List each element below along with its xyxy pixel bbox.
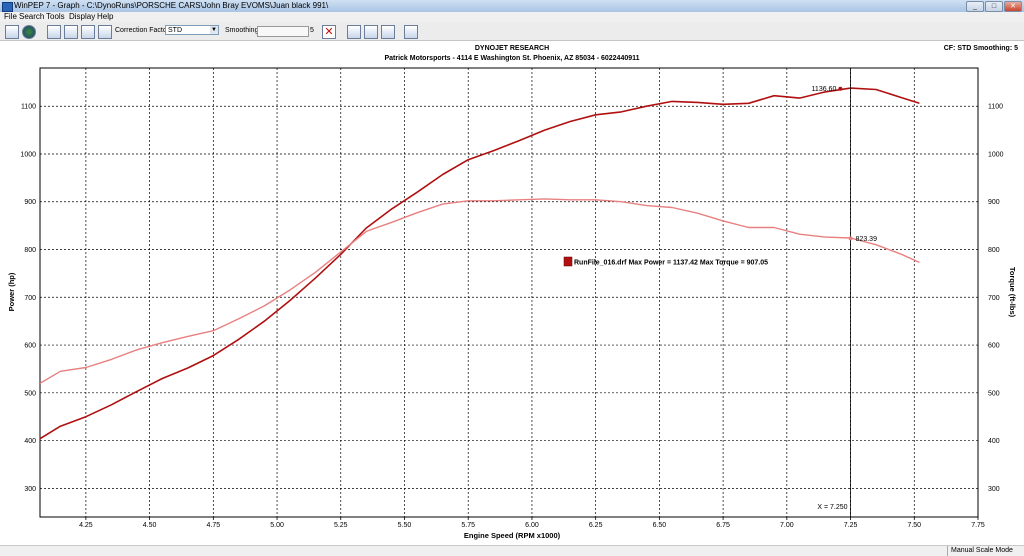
x-tick-label: 4.75 <box>207 522 221 529</box>
torque-cursor-label: 823.39 <box>856 236 878 243</box>
torque-cursor-marker <box>848 236 853 241</box>
y-right-tick-label: 1100 <box>988 104 1003 111</box>
y-right-tick-label: 500 <box>988 390 1000 397</box>
maximize-button[interactable]: □ <box>985 1 1003 12</box>
globe-icon[interactable] <box>22 25 36 39</box>
y-axis-right-label: Torque (ft-lbs) <box>1008 267 1017 318</box>
y-right-tick-label: 400 <box>988 438 1000 445</box>
y-right-tick-label: 700 <box>988 295 1000 302</box>
cursor-x-label: X = 7.250 <box>817 504 847 511</box>
y-left-tick-label: 600 <box>24 343 36 350</box>
x-tick-label: 7.25 <box>844 522 858 529</box>
menu-tools[interactable]: Tools <box>46 12 65 22</box>
smoothing-value: 5 <box>310 27 314 34</box>
y-right-tick-label: 1000 <box>988 151 1004 158</box>
x-tick-label: 7.50 <box>907 522 921 529</box>
y-right-tick-label: 900 <box>988 199 1000 206</box>
x-tick-label: 6.25 <box>589 522 603 529</box>
delete-icon[interactable]: ✕ <box>322 25 336 39</box>
peak-power-label: 1136.60 <box>812 86 837 93</box>
legend-swatch <box>563 256 573 267</box>
x-tick-label: 7.00 <box>780 522 794 529</box>
cursor-crosshair-icon[interactable] <box>404 25 418 39</box>
y-right-tick-label: 800 <box>988 247 1000 254</box>
peak-power-marker <box>838 86 843 91</box>
y-axis-left-label: Power (hp) <box>7 272 16 311</box>
toolbar: Correction Factor: STD ▼ Smoothing: 5 ✕ <box>0 22 1024 41</box>
hand-pan-icon[interactable] <box>364 25 378 39</box>
close-button[interactable]: ✕ <box>1004 1 1022 12</box>
x-tick-label: 5.50 <box>398 522 412 529</box>
x-tick-label: 5.75 <box>461 522 475 529</box>
menu-help[interactable]: Help <box>97 12 113 22</box>
dyno-chart: DYNOJET RESEARCH Patrick Motorsports - 4… <box>7 45 1018 540</box>
plot-area <box>39 67 979 518</box>
smoothing-slider[interactable] <box>257 26 309 37</box>
legend-text: RunFile_016.drf Max Power = 1137.42 Max … <box>574 260 768 267</box>
x-tick-label: 6.50 <box>653 522 667 529</box>
y-left-tick-label: 1100 <box>21 104 36 111</box>
x-tick-label: 7.75 <box>971 522 985 529</box>
y-left-tick-label: 900 <box>24 199 36 206</box>
chart-title: DYNOJET RESEARCH <box>475 45 549 52</box>
zoom-icon[interactable] <box>347 25 361 39</box>
x-tick-label: 5.25 <box>334 522 348 529</box>
y-right-tick-label: 300 <box>988 486 1000 493</box>
menu-bar: File Search Tools Display Help <box>0 12 1024 22</box>
graph-table-icon[interactable] <box>98 25 112 39</box>
correction-factor-value: STD <box>168 27 182 34</box>
y-left-tick-label: 400 <box>24 438 36 445</box>
minimize-button[interactable]: _ <box>966 1 984 12</box>
y-left-tick-label: 700 <box>24 295 36 302</box>
menu-search[interactable]: Search <box>19 12 44 22</box>
y-left-tick-label: 800 <box>24 247 36 254</box>
menu-display[interactable]: Display <box>69 12 95 22</box>
menu-file[interactable]: File <box>4 12 17 22</box>
chevron-down-icon[interactable]: ▼ <box>210 26 218 34</box>
y-left-tick-label: 1000 <box>20 151 36 158</box>
app-icon <box>2 2 13 12</box>
window-title: WinPEP 7 - Graph - C:\DynoRuns\PORSCHE C… <box>14 1 329 10</box>
y-right-tick-label: 600 <box>988 343 1000 350</box>
chart-subtitle: Patrick Motorsports - 4114 E Washington … <box>384 55 639 62</box>
status-bar: Manual Scale Mode <box>0 545 1024 556</box>
smoothing-label: Smoothing: <box>225 27 261 34</box>
graph-power-icon[interactable] <box>47 25 61 39</box>
x-tick-label: 4.25 <box>79 522 93 529</box>
y-left-tick-label: 500 <box>24 390 36 397</box>
x-tick-label: 6.75 <box>716 522 730 529</box>
x-axis-label: Engine Speed (RPM x1000) <box>464 531 561 540</box>
chart-header-right: CF: STD Smoothing: 5 <box>944 45 1018 52</box>
graph-torque-icon[interactable] <box>64 25 78 39</box>
x-tick-label: 5.00 <box>270 522 284 529</box>
grid-view-icon[interactable] <box>5 25 19 39</box>
graph-both-icon[interactable] <box>81 25 95 39</box>
correction-factor-label: Correction Factor: <box>115 27 172 34</box>
x-tick-label: 6.00 <box>525 522 539 529</box>
correction-factor-select[interactable]: STD ▼ <box>165 25 219 35</box>
scale-icon[interactable] <box>381 25 395 39</box>
y-left-tick-label: 300 <box>24 486 36 493</box>
x-tick-label: 4.50 <box>143 522 157 529</box>
